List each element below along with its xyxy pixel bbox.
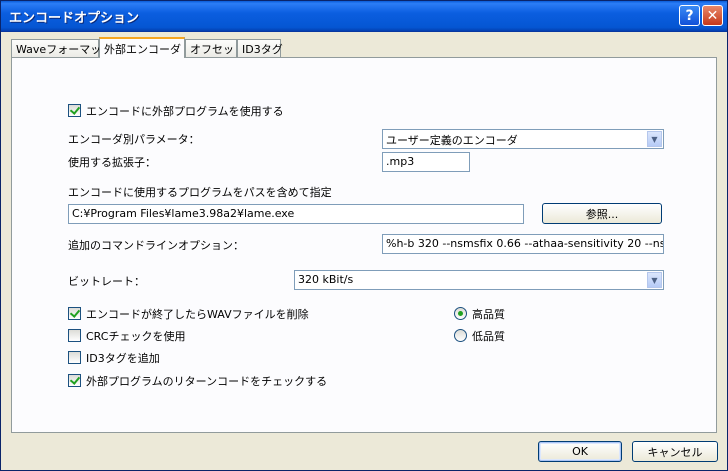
param-select[interactable]: ユーザー定義のエンコーダ ▼ bbox=[382, 129, 664, 149]
chevron-down-icon[interactable]: ▼ bbox=[647, 272, 662, 288]
quality-high-label: 高品質 bbox=[472, 308, 505, 321]
id3-label: ID3タグを追加 bbox=[86, 352, 160, 365]
tab-id3[interactable]: ID3タグ bbox=[237, 39, 283, 57]
use-external-label: エンコードに外部プログラムを使用する bbox=[86, 105, 284, 118]
delete-wav-label: エンコードが終了したらWAVファイルを削除 bbox=[86, 308, 309, 321]
tab-panel: エンコードに外部プログラムを使用する エンコーダ別パラメータ： ユーザー定義のエ… bbox=[11, 57, 717, 433]
chevron-down-icon[interactable]: ▼ bbox=[647, 131, 662, 147]
path-label: エンコードに使用するプログラムをパスを含めて指定 bbox=[68, 186, 332, 199]
check-return-label: 外部プログラムのリターンコードをチェックする bbox=[86, 375, 328, 388]
crc-checkbox[interactable] bbox=[68, 329, 81, 342]
close-icon: ✕ bbox=[706, 7, 719, 24]
param-label: エンコーダ別パラメータ： bbox=[68, 133, 200, 146]
help-button[interactable]: ? bbox=[679, 5, 700, 26]
close-button[interactable]: ✕ bbox=[702, 5, 723, 26]
check-return-checkbox[interactable] bbox=[68, 374, 81, 387]
question-icon: ? bbox=[685, 7, 694, 24]
browse-button[interactable]: 参照... bbox=[542, 203, 662, 224]
cmd-label: 追加のコマンドラインオプション： bbox=[68, 239, 244, 252]
cancel-button[interactable]: キャンセル bbox=[632, 441, 718, 462]
tab-offset[interactable]: オフセット bbox=[185, 39, 245, 57]
param-select-value: ユーザー定義のエンコーダ bbox=[386, 134, 518, 147]
quality-high-radio[interactable] bbox=[454, 307, 467, 320]
path-input[interactable]: C:¥Program Files¥lame3.98a2¥lame.exe bbox=[68, 204, 524, 224]
bitrate-select[interactable]: 320 kBit/s ▼ bbox=[294, 270, 664, 290]
tab-external-encoder[interactable]: 外部エンコーダ bbox=[99, 37, 185, 58]
ext-input[interactable]: .mp3 bbox=[382, 152, 470, 172]
dialog-window: エンコードオプション ? ✕ Waveフォーマット 外部エンコーダ オフセット … bbox=[0, 0, 728, 471]
use-external-checkbox[interactable] bbox=[68, 104, 81, 117]
title-bar[interactable]: エンコードオプション ? ✕ bbox=[1, 1, 727, 32]
quality-low-radio[interactable] bbox=[454, 329, 467, 342]
ok-button[interactable]: OK bbox=[538, 441, 622, 462]
crc-label: CRCチェックを使用 bbox=[86, 330, 186, 343]
bitrate-label: ビットレート： bbox=[68, 275, 145, 288]
id3-checkbox[interactable] bbox=[68, 351, 81, 364]
delete-wav-checkbox[interactable] bbox=[68, 307, 81, 320]
window-title: エンコードオプション bbox=[9, 11, 140, 26]
bitrate-select-value: 320 kBit/s bbox=[298, 273, 354, 286]
cmd-input[interactable]: %h-b 320 --nsmsfix 0.66 --athaa-sensitiv… bbox=[382, 234, 664, 254]
quality-low-label: 低品質 bbox=[472, 330, 505, 343]
ext-label: 使用する拡張子： bbox=[68, 156, 156, 169]
tab-wave-format[interactable]: Waveフォーマット bbox=[11, 39, 112, 57]
